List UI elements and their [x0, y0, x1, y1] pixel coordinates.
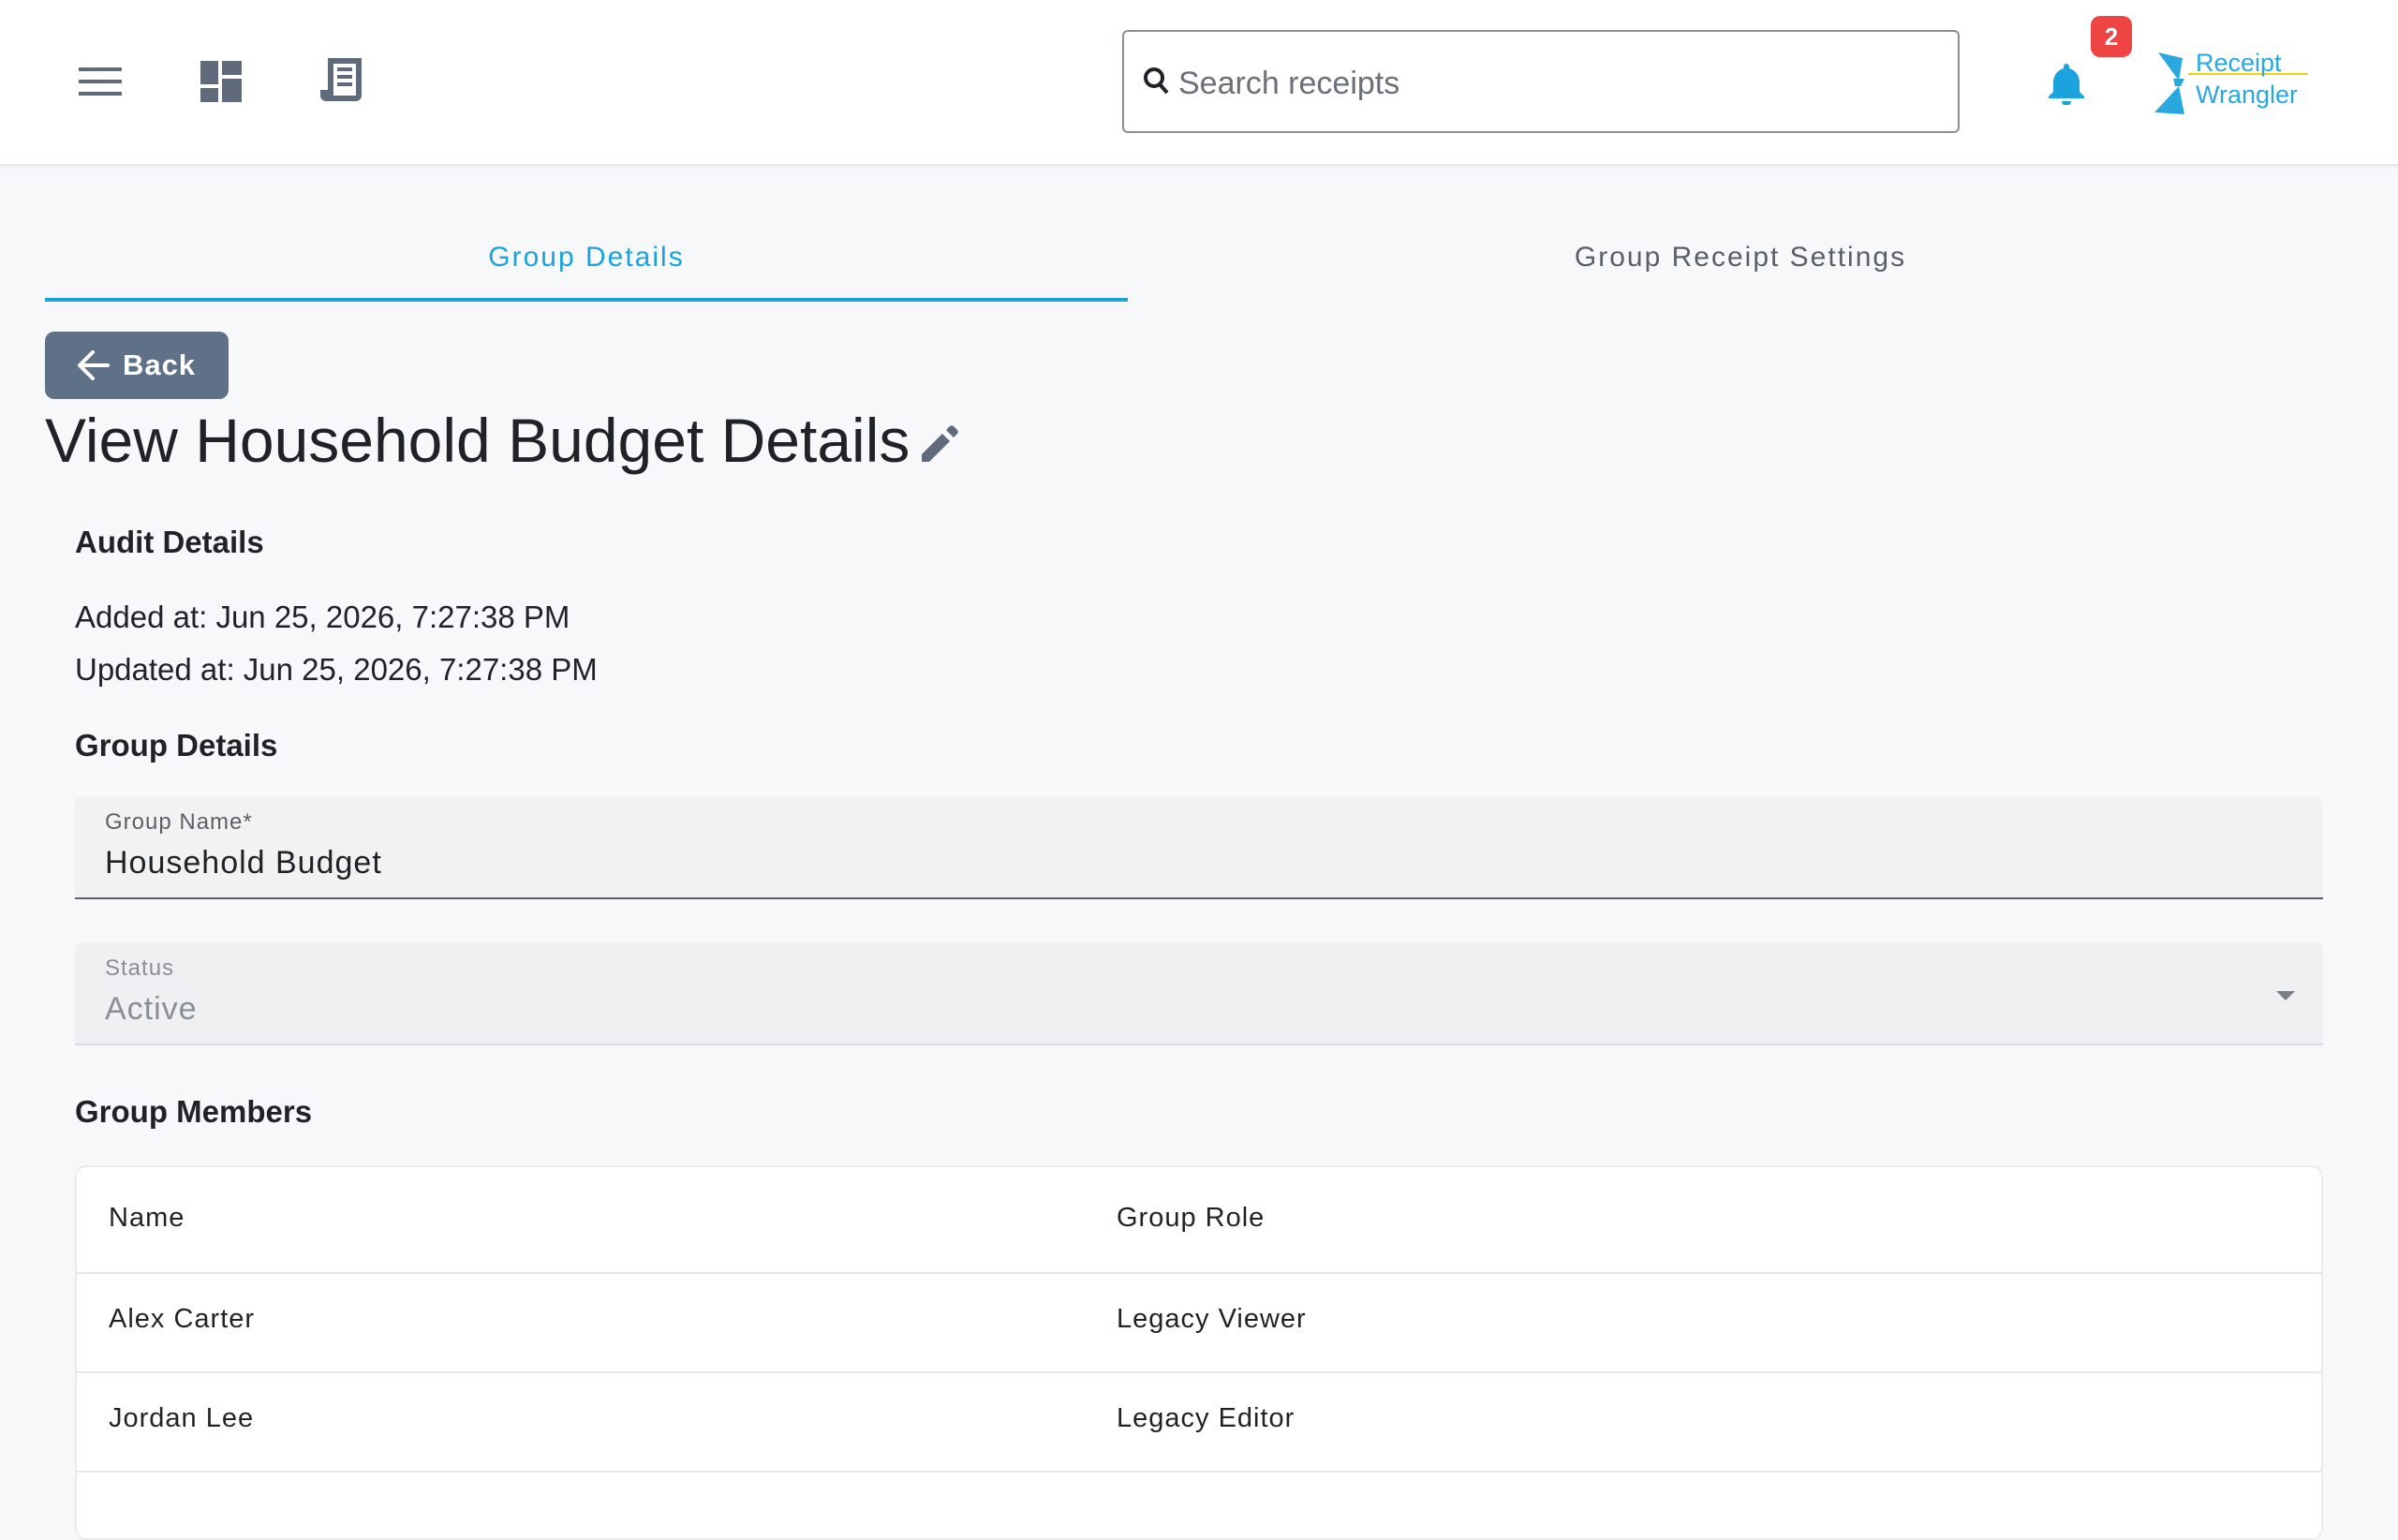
bell-icon[interactable]	[2042, 58, 2091, 111]
added-at-text: Added at: Jun 25, 2026, 7:27:38 PM	[75, 600, 570, 634]
logo-text-line1: Receipt	[2196, 49, 2282, 77]
members-table: Name Group Role Alex Carter Legacy Viewe…	[75, 1165, 2323, 1540]
updated-at-text: Updated at: Jun 25, 2026, 7:27:38 PM	[75, 652, 598, 687]
status-value: Active	[105, 991, 198, 1027]
column-header-name: Name	[109, 1203, 185, 1233]
receipt-icon[interactable]	[311, 52, 371, 111]
group-name-value[interactable]: Household Budget	[105, 845, 382, 881]
active-tab-indicator	[45, 298, 1128, 302]
member-role: Legacy Viewer	[1117, 1304, 1307, 1334]
notification-badge: 2	[2091, 16, 2132, 57]
member-name: Jordan Lee	[109, 1403, 255, 1433]
audit-details-heading: Audit Details	[75, 525, 264, 559]
member-role: Legacy Editor	[1117, 1403, 1295, 1433]
menu-icon[interactable]	[70, 52, 130, 111]
arrow-left-icon	[77, 350, 110, 380]
group-details-heading: Group Details	[75, 728, 278, 763]
edit-icon[interactable]	[918, 424, 959, 466]
search-icon	[1144, 67, 1169, 95]
tab-group-details[interactable]: Group Details	[45, 215, 1128, 300]
group-name-label: Group Name*	[105, 809, 253, 835]
search-input[interactable]	[1177, 54, 1930, 112]
group-members-heading: Group Members	[75, 1094, 313, 1129]
page-title: View Household Budget Details	[45, 406, 910, 475]
status-label: Status	[105, 955, 175, 981]
logo-text-line2: Wrangler	[2196, 81, 2299, 109]
table-row[interactable]: Jordan Lee Legacy Editor	[77, 1373, 2321, 1473]
logo-mark-icon	[2154, 52, 2184, 114]
tab-group-receipt-settings[interactable]: Group Receipt Settings	[1128, 215, 2353, 300]
member-name: Alex Carter	[109, 1304, 256, 1334]
app-logo[interactable]: Receipt Wrangler	[2153, 49, 2312, 120]
table-row[interactable]: Alex Carter Legacy Viewer	[77, 1274, 2321, 1373]
chevron-down-icon	[2276, 991, 2295, 1000]
column-header-group-role: Group Role	[1117, 1203, 1266, 1233]
dashboard-icon[interactable]	[191, 52, 251, 111]
status-select[interactable]: Status Active	[75, 942, 2323, 1045]
table-header-row: Name Group Role	[77, 1167, 2321, 1274]
back-button[interactable]: Back	[45, 332, 229, 399]
search-box[interactable]	[1122, 30, 1960, 133]
top-toolbar: 2 Receipt Wrangler	[0, 0, 2398, 166]
back-button-label: Back	[122, 348, 197, 381]
group-name-field[interactable]: Group Name* Household Budget	[75, 796, 2323, 899]
